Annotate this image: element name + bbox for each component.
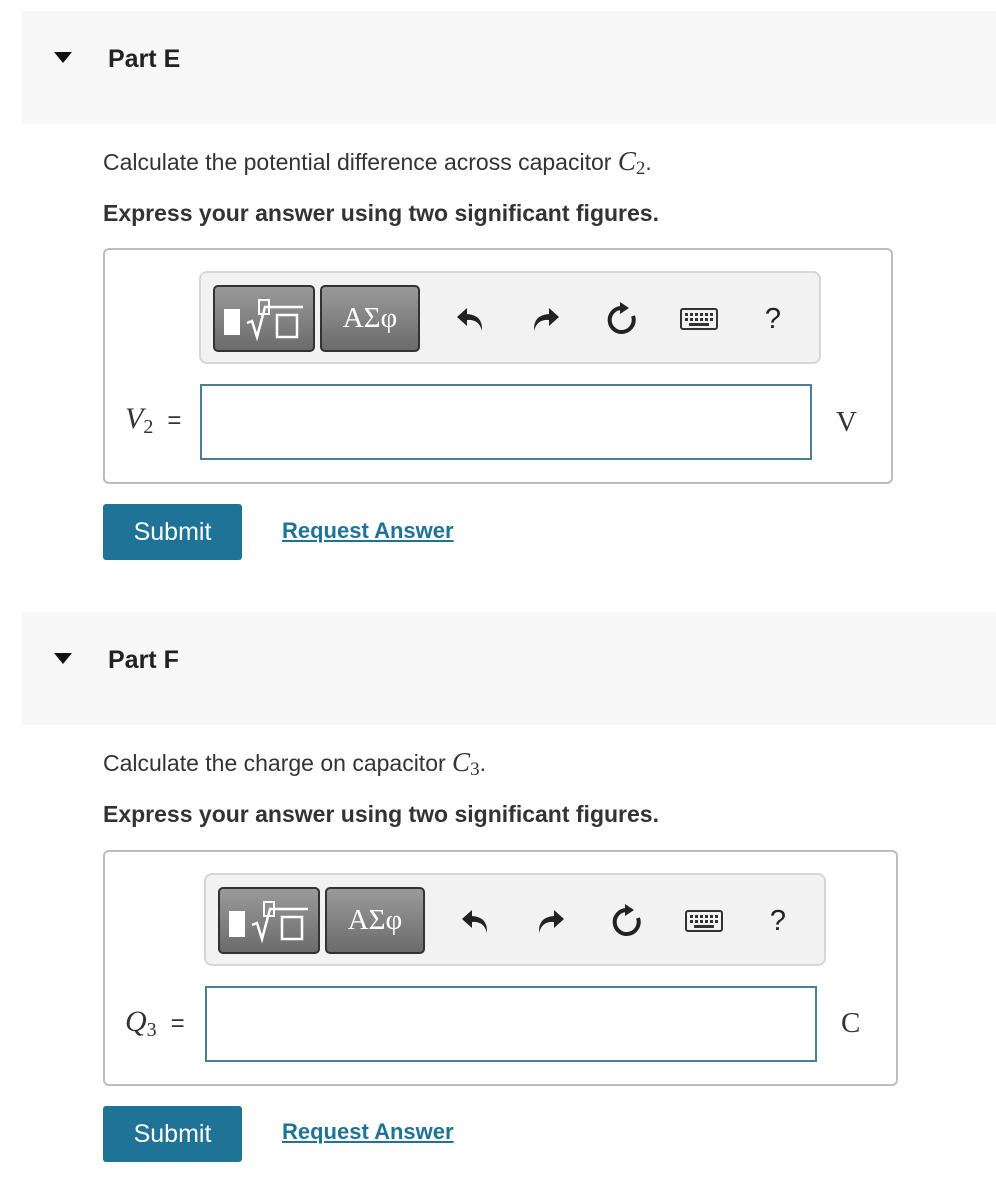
help-icon[interactable]: ?	[758, 899, 798, 943]
submit-button[interactable]: Submit	[103, 504, 242, 560]
templates-icon	[223, 297, 305, 341]
caret-down-icon[interactable]	[54, 52, 72, 63]
help-icon[interactable]: ?	[753, 297, 793, 341]
request-answer-link[interactable]: Request Answer	[282, 1119, 454, 1145]
reset-icon[interactable]	[602, 297, 642, 341]
caret-down-icon[interactable]	[54, 653, 72, 664]
templates-button[interactable]	[213, 285, 315, 352]
redo-icon[interactable]	[525, 297, 565, 341]
instruction-text: Express your answer using two significan…	[103, 801, 659, 827]
submit-button[interactable]: Submit	[103, 1106, 242, 1162]
part-e-header[interactable]: Part E	[22, 11, 996, 124]
answer-box: ΑΣφ ? V2 = V	[103, 248, 893, 484]
question-text: Calculate the potential difference acros…	[103, 146, 652, 179]
instruction-text: Express your answer using two significan…	[103, 200, 659, 226]
symbols-button[interactable]: ΑΣφ	[325, 887, 425, 954]
question-text: Calculate the charge on capacitor C3.	[103, 747, 486, 780]
reset-icon[interactable]	[607, 899, 647, 943]
redo-icon[interactable]	[530, 899, 570, 943]
keyboard-icon[interactable]	[679, 297, 719, 341]
math-toolbar: ΑΣφ ?	[204, 873, 826, 966]
symbols-button[interactable]: ΑΣφ	[320, 285, 420, 352]
capacitor-symbol: C2	[617, 146, 646, 179]
templates-icon	[228, 899, 310, 943]
variable-label: V2 =	[125, 402, 182, 438]
undo-icon[interactable]	[456, 899, 496, 943]
variable-label: Q3 =	[125, 1005, 185, 1041]
unit-label: C	[841, 1007, 861, 1039]
part-f-header[interactable]: Part F	[22, 612, 996, 725]
request-answer-link[interactable]: Request Answer	[282, 518, 454, 544]
part-title: Part F	[108, 646, 179, 674]
templates-button[interactable]	[218, 887, 320, 954]
answer-box: ΑΣφ ? Q3 = C	[103, 850, 898, 1086]
math-toolbar: ΑΣφ ?	[199, 271, 821, 364]
answer-input[interactable]	[200, 384, 812, 460]
part-title: Part E	[108, 45, 181, 73]
keyboard-icon[interactable]	[684, 899, 724, 943]
capacitor-symbol: C3	[452, 747, 480, 780]
unit-label: V	[836, 406, 857, 438]
answer-input[interactable]	[205, 986, 817, 1062]
undo-icon[interactable]	[451, 297, 491, 341]
